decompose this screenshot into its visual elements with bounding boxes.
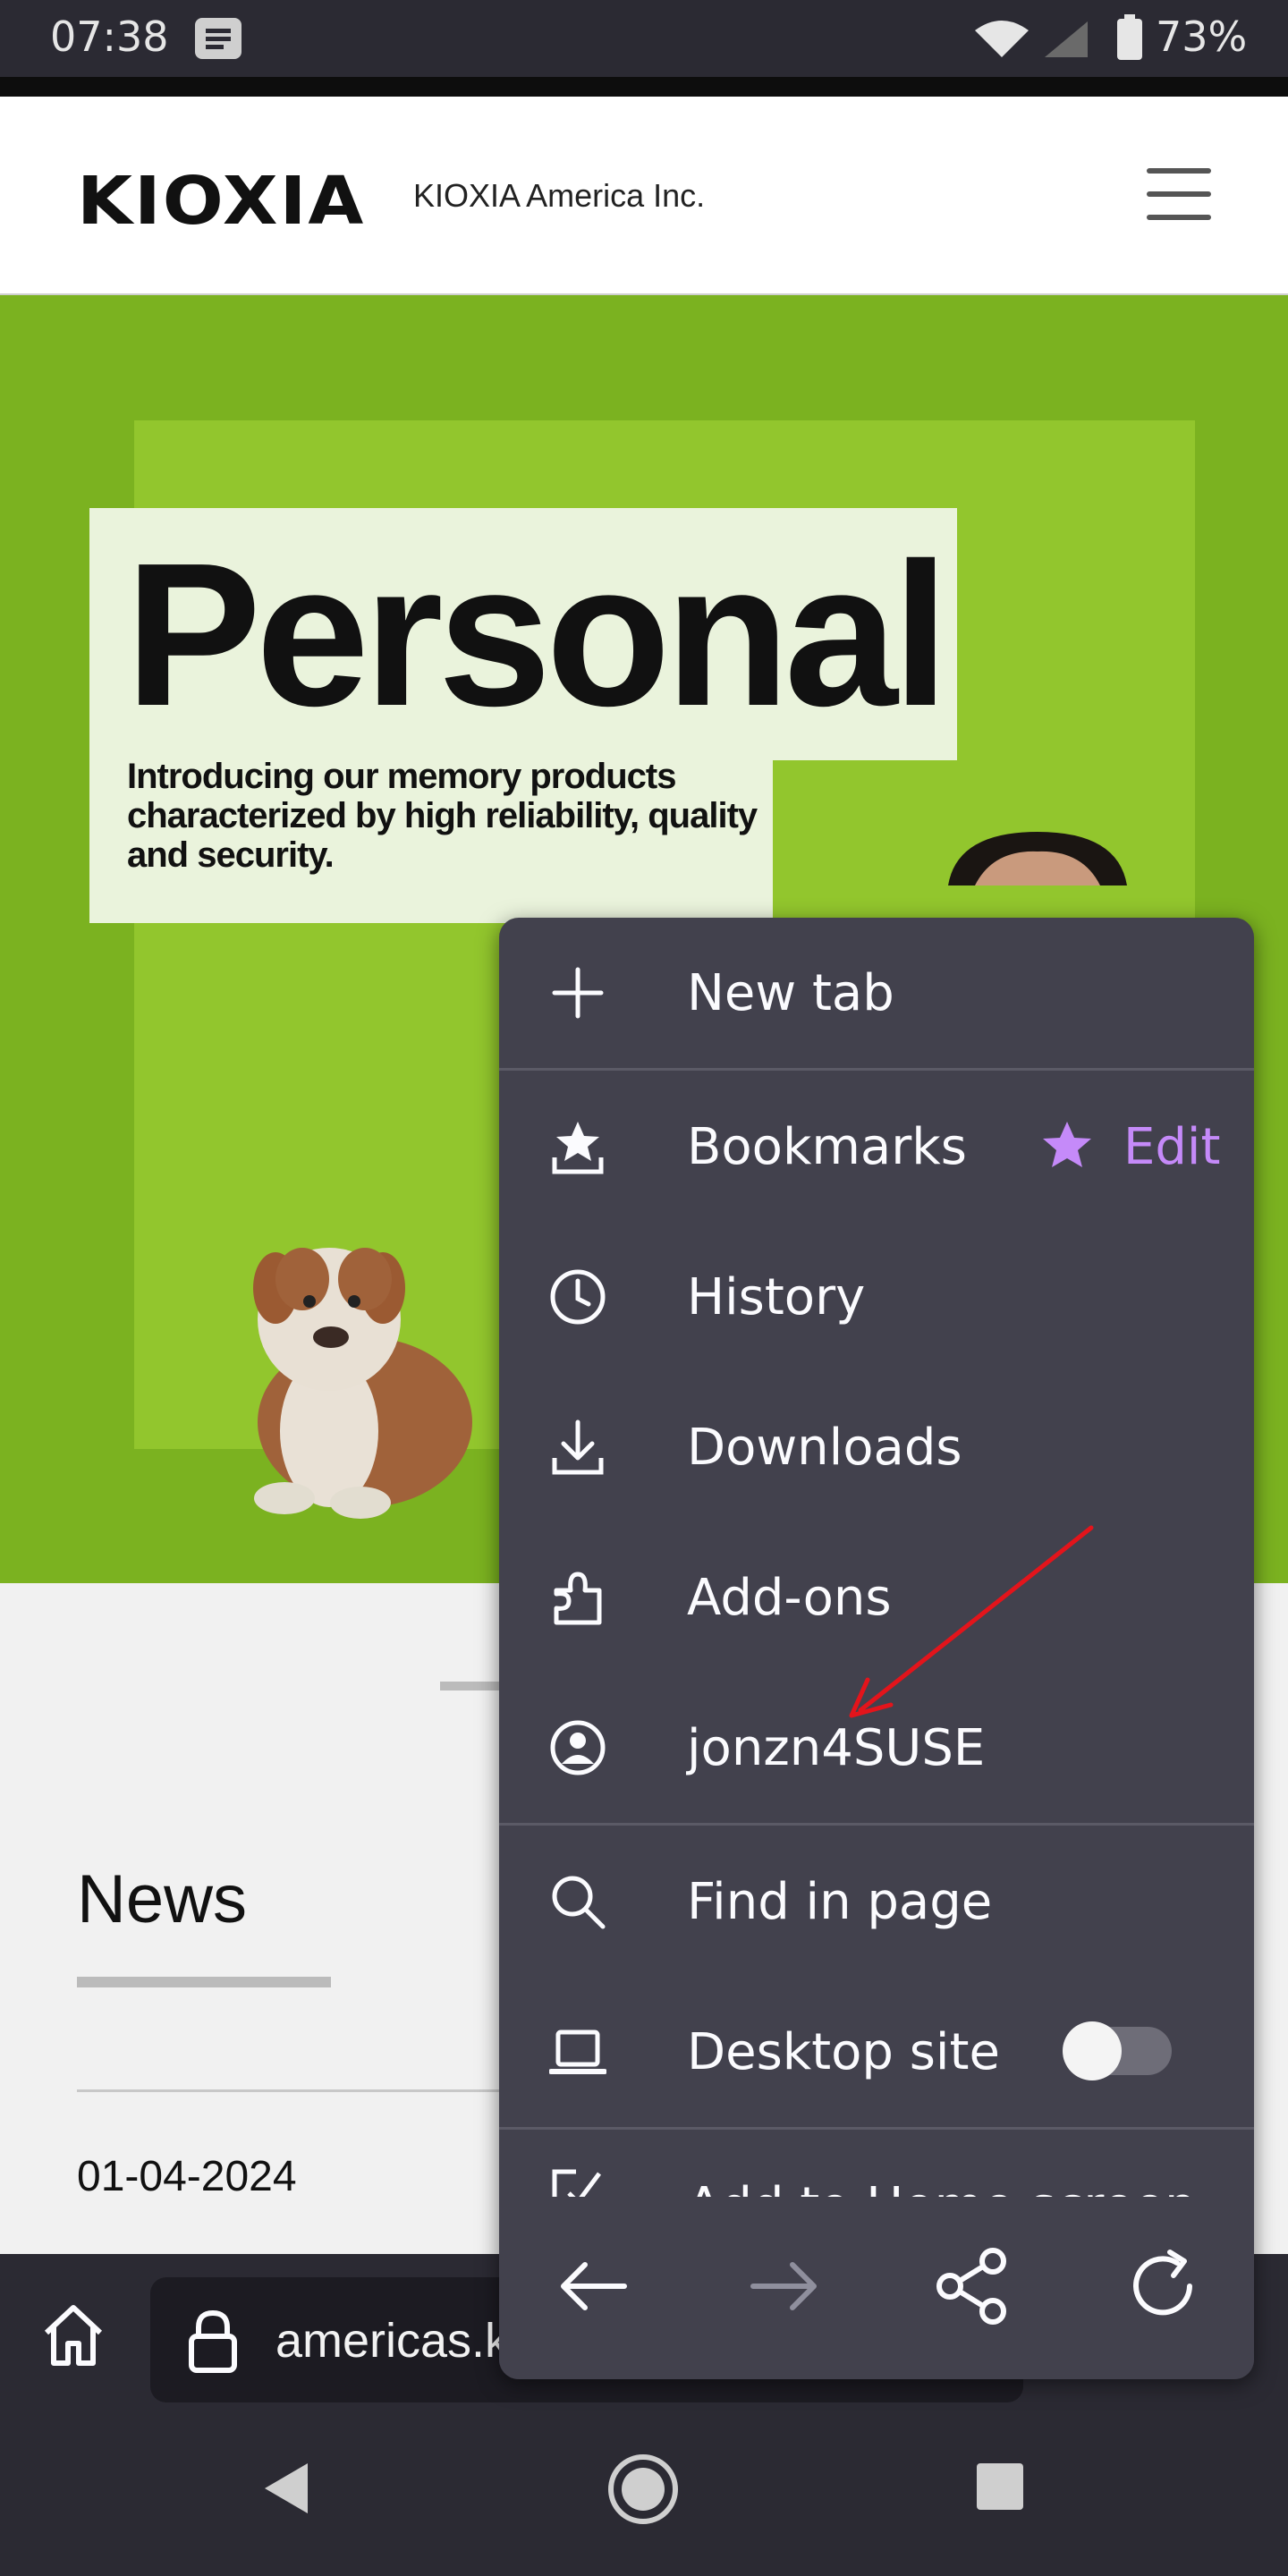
- puppy-image: [253, 1248, 472, 1519]
- battery-percentage: 73%: [1156, 13, 1248, 61]
- menu-item-add-to-home-screen[interactable]: Add to Home screen: [499, 2127, 1254, 2197]
- edit-label: Edit: [1123, 1118, 1221, 1176]
- hero-subtitle: Introducing our memory products characte…: [127, 757, 758, 875]
- account-icon: [550, 1720, 606, 1775]
- menu-item-label: Bookmarks: [687, 1118, 967, 1176]
- menu-item-downloads[interactable]: Downloads: [499, 1372, 1254, 1522]
- star-icon: [1043, 1122, 1091, 1167]
- hero-headline: Personal: [125, 521, 949, 749]
- menu-item-label: Find in page: [687, 1873, 993, 1931]
- status-bar: 07:38 73%: [0, 0, 1288, 77]
- lock-icon[interactable]: [186, 2309, 240, 2374]
- menu-item-find-in-page[interactable]: Find in page: [499, 1826, 1254, 1977]
- recents-nav-icon[interactable]: [975, 2462, 1025, 2512]
- share-icon[interactable]: [928, 2241, 1018, 2331]
- menu-item-label: Downloads: [687, 1419, 962, 1477]
- plus-icon: [552, 967, 604, 1019]
- clock-icon: [550, 1269, 606, 1325]
- home-icon[interactable]: [39, 2301, 107, 2368]
- back-arrow-icon[interactable]: [549, 2241, 639, 2331]
- status-divider: [0, 77, 1288, 97]
- system-nav-bar: [0, 2402, 1288, 2576]
- menu-item-desktop-site[interactable]: Desktop site: [499, 1977, 1254, 2127]
- cell-signal-icon: [1045, 21, 1088, 57]
- menu-item-label: jonzn4SUSE: [687, 1719, 986, 1777]
- model-head-image: [948, 832, 1127, 886]
- puzzle-icon: [554, 1572, 602, 1625]
- home-nav-icon[interactable]: [606, 2453, 680, 2526]
- menu-navigation-row: [499, 2197, 1254, 2379]
- menu-item-bookmarks[interactable]: Bookmarks Edit: [499, 1072, 1254, 1222]
- news-underline: [77, 1977, 331, 1987]
- bookmarks-icon: [552, 1122, 604, 1174]
- hamburger-menu-icon[interactable]: [1147, 168, 1211, 220]
- status-time: 07:38: [50, 13, 169, 61]
- battery-icon: [1117, 14, 1142, 60]
- site-logo[interactable]: KIOXIA: [77, 163, 365, 240]
- wifi-icon: [975, 21, 1029, 57]
- add-to-home-icon: [552, 2169, 604, 2197]
- company-name: KIOXIA America Inc.: [413, 177, 706, 214]
- desktop-site-toggle[interactable]: [1063, 2021, 1172, 2080]
- news-heading: News: [77, 1861, 248, 1937]
- reload-icon[interactable]: [1118, 2241, 1208, 2331]
- message-notification-icon: [195, 18, 242, 59]
- annotation-arrow: [849, 1525, 1094, 1718]
- menu-separator: [499, 1068, 1254, 1071]
- menu-item-label: Desktop site: [687, 2023, 1000, 2081]
- site-header: KIOXIA KIOXIA America Inc.: [0, 97, 1288, 296]
- menu-item-new-tab[interactable]: New tab: [499, 918, 1254, 1068]
- menu-item-history[interactable]: History: [499, 1222, 1254, 1372]
- news-date: 01-04-2024: [77, 2153, 297, 2200]
- laptop-icon: [549, 2029, 606, 2074]
- back-nav-icon[interactable]: [259, 2460, 313, 2517]
- forward-arrow-icon[interactable]: [739, 2241, 828, 2331]
- download-icon: [552, 1419, 604, 1475]
- menu-item-label: New tab: [687, 964, 894, 1022]
- menu-item-label: Add to Home screen: [687, 2177, 1197, 2197]
- toggle-knob: [1063, 2021, 1122, 2080]
- search-icon: [552, 1876, 606, 1929]
- menu-separator: [499, 1823, 1254, 1826]
- menu-item-label: History: [687, 1268, 866, 1326]
